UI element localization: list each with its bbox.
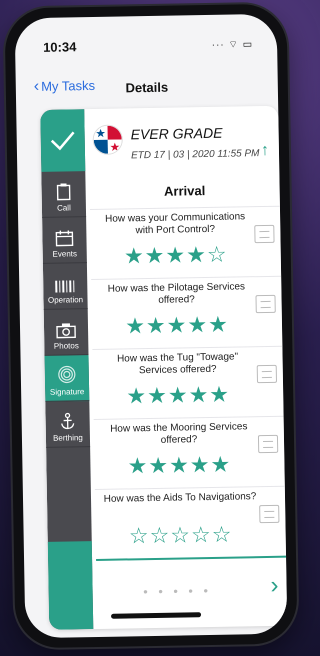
star-rating[interactable]: ★★★★☆: [99, 241, 253, 270]
task-content: EVER GRADE ETD 17 | 03 | 2020 11:55 PM ↑…: [88, 106, 288, 629]
status-bar: 10:34 ··· ⌔ ▭: [15, 14, 278, 63]
sidebar-item-label: Photos: [53, 341, 79, 351]
star-rating[interactable]: ★★★★★: [100, 311, 254, 340]
question-item: How was the Aids To Navigations? ☆☆☆☆☆: [94, 485, 287, 560]
nav-bar: ‹ My Tasks Details: [16, 66, 279, 107]
comment-icon[interactable]: [254, 224, 275, 244]
question-text: How was the Tug "Towage" Services offere…: [116, 351, 239, 377]
phone-frame: 10:34 ··· ⌔ ▭ ‹ My Tasks Details Call Ev…: [4, 3, 298, 649]
calendar-icon: [55, 230, 74, 247]
vessel-name: EVER GRADE: [130, 124, 223, 143]
question-item: How was the Mooring Services offered? ★★…: [93, 415, 285, 491]
question-item: How was your Communications with Port Co…: [89, 205, 282, 281]
sidebar-item-label: Signature: [49, 387, 85, 397]
sidebar-item-photos[interactable]: Photos: [43, 309, 89, 356]
page-indicator[interactable]: ● ● ● ● ●: [97, 585, 259, 597]
comment-icon[interactable]: [257, 434, 279, 454]
star-rating[interactable]: ★★★★★: [101, 381, 255, 410]
question-text: How was the Mooring Services offered?: [110, 421, 248, 446]
anchor-icon: [61, 412, 75, 430]
etd-datetime: ETD 17 | 03 | 2020 11:55 PM: [130, 148, 260, 162]
section-title: Arrival: [163, 183, 206, 199]
screen: 10:34 ··· ⌔ ▭ ‹ My Tasks Details Call Ev…: [14, 13, 288, 639]
question-item: How was the Pilotage Services offered? ★…: [91, 275, 283, 351]
barcode-icon: [55, 280, 75, 293]
sidebar-item-signature[interactable]: Signature: [44, 355, 90, 402]
sidebar-item-label: Events: [52, 249, 78, 259]
fingerprint-icon: [58, 365, 76, 384]
star-rating[interactable]: ★★★★★: [102, 451, 256, 480]
status-time: 10:34: [42, 39, 77, 55]
comment-icon[interactable]: [256, 364, 278, 384]
sidebar-item-label: Operation: [47, 295, 84, 305]
sidebar-accent-fill: [47, 541, 94, 630]
question-text: How was the Pilotage Services offered?: [107, 281, 246, 306]
sidebar-item-operation[interactable]: Operation: [42, 263, 88, 310]
complete-check-button[interactable]: [40, 109, 86, 172]
comment-icon[interactable]: [255, 294, 276, 314]
check-icon: [50, 131, 75, 151]
question-text: How was your Communications with Port Co…: [105, 211, 246, 237]
sidebar-item-berthing[interactable]: Berthing: [45, 401, 91, 448]
sidebar-item-label: Call: [56, 203, 71, 213]
question-item: How was the Tug "Towage" Services offere…: [92, 345, 284, 421]
sidebar-item-call[interactable]: Call: [41, 171, 87, 218]
details-card: Call Events Operation Photos Signature B…: [40, 105, 288, 630]
clipboard-icon: [56, 183, 71, 201]
camera-icon: [56, 323, 76, 339]
question-text: How was the Aids To Navigations?: [103, 491, 257, 505]
sidebar-item-events[interactable]: Events: [42, 217, 87, 264]
sidebar-item-label: Berthing: [52, 433, 83, 443]
comment-icon[interactable]: [259, 504, 280, 524]
vessel-header: EVER GRADE ETD 17 | 03 | 2020 11:55 PM ↑: [88, 114, 279, 173]
star-rating[interactable]: ☆☆☆☆☆: [103, 521, 257, 550]
panama-flag-icon: [92, 124, 124, 155]
system-indicators: ··· ⌔ ▭: [211, 39, 254, 51]
page-title: Details: [125, 79, 169, 96]
chevron-right-icon[interactable]: ›: [270, 572, 278, 600]
arrow-up-icon[interactable]: ↑: [261, 142, 269, 160]
sidebar: Call Events Operation Photos Signature B…: [40, 109, 94, 630]
